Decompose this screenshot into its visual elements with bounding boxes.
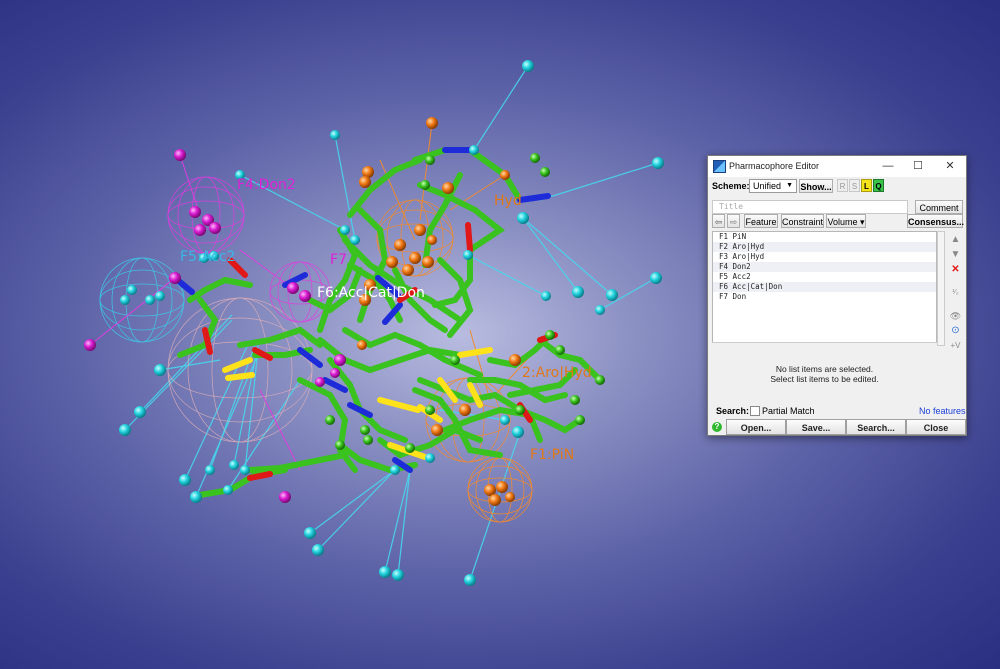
scheme-select[interactable]: Unified ▼ (749, 179, 797, 193)
fraction-icon[interactable]: ¹⁄₂ (948, 286, 963, 300)
list-item[interactable]: F6 Acc|Cat|Don (713, 282, 936, 292)
no-selection-message: No list items are selected. (775, 364, 874, 374)
search-label: Search: (716, 406, 750, 416)
scheme-label: Scheme: (712, 181, 750, 191)
search-row: Search: Partial Match No features (708, 405, 966, 417)
feature-label-f2: 2:Aro|Hyd (522, 365, 592, 381)
move-up-icon[interactable]: ▲ (948, 233, 963, 247)
feature-label-f4: F4:Don2 (237, 177, 296, 193)
scheme-row: Scheme: Unified ▼ Show... R S L Q (708, 179, 966, 194)
maximize-button[interactable]: ☐ (907, 159, 929, 174)
close-button[interactable]: Close (906, 419, 966, 435)
forward-arrow-icon[interactable]: ⇨ (727, 214, 740, 228)
add-volume-icon[interactable]: +V (948, 339, 963, 353)
back-arrow-icon[interactable]: ⇦ (712, 214, 725, 228)
title-bar[interactable]: Pharmacophore Editor — ☐ ✕ (708, 156, 966, 177)
vertical-scrollbar[interactable] (937, 231, 945, 346)
feature-balls (84, 60, 664, 586)
toggle-q[interactable]: Q (873, 179, 884, 192)
show-button[interactable]: Show... (799, 179, 833, 193)
title-input[interactable]: Title (712, 200, 908, 214)
toggle-l[interactable]: L (861, 179, 872, 192)
toggle-s[interactable]: S (849, 179, 860, 192)
horizontal-scrollbar[interactable] (712, 342, 937, 351)
feature-button[interactable]: Feature (744, 214, 778, 228)
scheme-value: Unified (753, 181, 782, 191)
help-icon[interactable]: ? (712, 422, 722, 432)
feature-label-f6: F6:Acc|Cat|Don (317, 285, 425, 301)
volume-button[interactable]: Volume ▾ (826, 214, 866, 228)
feature-label-f1: F1:PiN (530, 447, 575, 463)
open-button[interactable]: Open... (726, 419, 786, 435)
save-button[interactable]: Save... (786, 419, 846, 435)
feature-label-f3: Hyd (494, 193, 522, 209)
comment-button[interactable]: Comment (915, 200, 963, 214)
feature-list[interactable]: F1 PiN F2 Aro|Hyd F3 Aro|Hyd F4 Don2 F5 … (712, 231, 937, 346)
list-item[interactable]: F1 PiN (713, 232, 936, 242)
constraint-button[interactable]: Constraint (781, 214, 824, 228)
move-down-icon[interactable]: ▼ (948, 248, 963, 262)
close-window-button[interactable]: ✕ (939, 159, 961, 174)
list-item[interactable]: F5 Acc2 (713, 272, 936, 282)
minimize-button[interactable]: — (877, 159, 899, 174)
toggle-icon[interactable]: ⊙ (948, 324, 963, 338)
no-features-link[interactable]: No features (919, 406, 966, 416)
chevron-down-icon: ▼ (786, 182, 793, 189)
no-selection-hint: Select list items to be edited. (770, 374, 879, 384)
consensus-button[interactable]: Consensus... (907, 214, 964, 228)
pharmacophore-editor-window: Pharmacophore Editor — ☐ ✕ Scheme: Unifi… (707, 155, 967, 436)
list-item[interactable]: F2 Aro|Hyd (713, 242, 936, 252)
app-icon (713, 160, 726, 173)
delete-icon[interactable]: ✕ (948, 263, 963, 277)
feature-toolbar: ⇦ ⇨ Feature Constraint Volume ▾ Consensu… (708, 214, 966, 229)
window-title: Pharmacophore Editor (729, 161, 820, 171)
search-button[interactable]: Search... (846, 419, 906, 435)
partial-match-label: Partial Match (762, 406, 815, 416)
toggle-r[interactable]: R (837, 179, 848, 192)
visibility-icon[interactable]: 👁 (948, 309, 963, 323)
partial-match-checkbox[interactable] (750, 406, 760, 416)
list-item[interactable]: F7 Don (713, 292, 936, 302)
projection-lines (124, 65, 659, 581)
list-item[interactable]: F3 Aro|Hyd (713, 252, 936, 262)
list-item[interactable]: F4 Don2 (713, 262, 936, 272)
feature-label-f7: F7 (330, 252, 347, 268)
feature-label-f5: F5:Acc2 (180, 249, 236, 265)
